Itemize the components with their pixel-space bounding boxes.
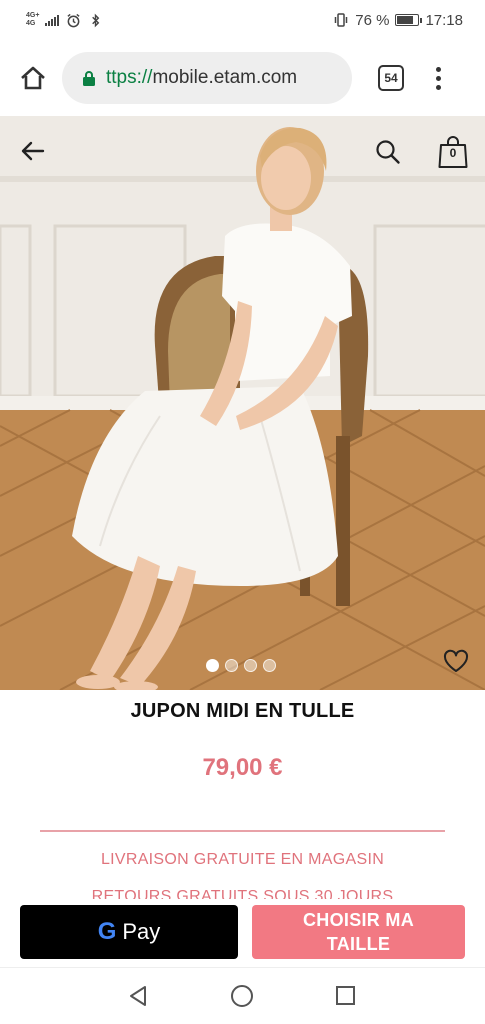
- carousel-dot[interactable]: [263, 659, 276, 672]
- google-g-logo: G: [97, 918, 117, 945]
- alarm-icon: [65, 12, 81, 28]
- network-label-top: 4G+: [26, 12, 40, 19]
- network-label-bottom: 4G: [26, 20, 36, 27]
- back-button[interactable]: [18, 136, 48, 166]
- nav-back-icon[interactable]: [127, 985, 149, 1007]
- overflow-menu-icon[interactable]: [434, 66, 442, 90]
- url-scheme: ttps://: [106, 67, 153, 88]
- nav-recents-icon[interactable]: [336, 986, 355, 1005]
- google-pay-button[interactable]: G Pay: [20, 905, 238, 959]
- choose-size-label-line2: TAILLE: [326, 934, 391, 954]
- sticky-action-bar: G Pay CHOISIR MA TAILLE: [0, 899, 485, 967]
- hero-navigation: 0: [0, 116, 485, 186]
- bluetooth-icon: [87, 12, 103, 28]
- battery-level: [397, 16, 413, 24]
- home-icon: [21, 66, 45, 90]
- google-pay-label: Pay: [122, 919, 161, 944]
- heart-icon: [443, 649, 469, 672]
- status-right: 76 % 17:18: [333, 12, 463, 29]
- carousel-dot[interactable]: [244, 659, 257, 672]
- shopping-bag-button[interactable]: 0: [436, 134, 470, 170]
- back-arrow-icon: [21, 141, 45, 161]
- browser-toolbar: ttps://mobile.etam.com 54: [0, 40, 485, 116]
- carousel-dot[interactable]: [225, 659, 238, 672]
- vibrate-icon: [333, 12, 349, 28]
- shipping-info: LIVRAISON GRATUITE EN MAGASIN: [100, 851, 385, 868]
- battery-percent: 76 %: [355, 11, 390, 29]
- product-image-carousel[interactable]: 0: [0, 116, 485, 690]
- network-type: 4G+ 4G: [26, 12, 39, 28]
- signal-icon: [45, 14, 60, 26]
- system-navigation-bar: [0, 967, 485, 1024]
- lock-icon: [82, 70, 96, 87]
- carousel-dot[interactable]: [206, 659, 219, 672]
- clock-time: 17:18: [425, 11, 463, 29]
- product-price: 79,00 €: [202, 754, 283, 781]
- section-divider: [40, 830, 445, 832]
- carousel-indicator: [206, 659, 276, 672]
- status-bar: 4G+ 4G 76 % 17:18: [0, 0, 485, 40]
- product-page: 4G+ 4G 76 % 17:18 ttps:// mobile.etam.co…: [0, 0, 485, 1024]
- nav-home-icon[interactable]: [231, 985, 253, 1007]
- search-button[interactable]: [372, 136, 404, 168]
- favorite-button[interactable]: [441, 646, 471, 676]
- cart-count: 0: [449, 146, 457, 160]
- choose-size-button[interactable]: CHOISIR MA TAILLE: [252, 905, 465, 959]
- tab-switcher-button[interactable]: 54: [378, 65, 404, 91]
- product-title: JUPON MIDI EN TULLE: [130, 700, 355, 722]
- choose-size-label-line1: CHOISIR MA: [303, 910, 414, 930]
- address-bar[interactable]: ttps://mobile.etam.com: [62, 52, 352, 104]
- url-host: mobile.etam.com: [152, 67, 298, 88]
- product-photo: [0, 116, 485, 690]
- home-button[interactable]: [18, 63, 48, 93]
- search-icon: [376, 140, 400, 164]
- status-left: 4G+ 4G: [26, 12, 103, 28]
- battery-icon: [395, 14, 423, 26]
